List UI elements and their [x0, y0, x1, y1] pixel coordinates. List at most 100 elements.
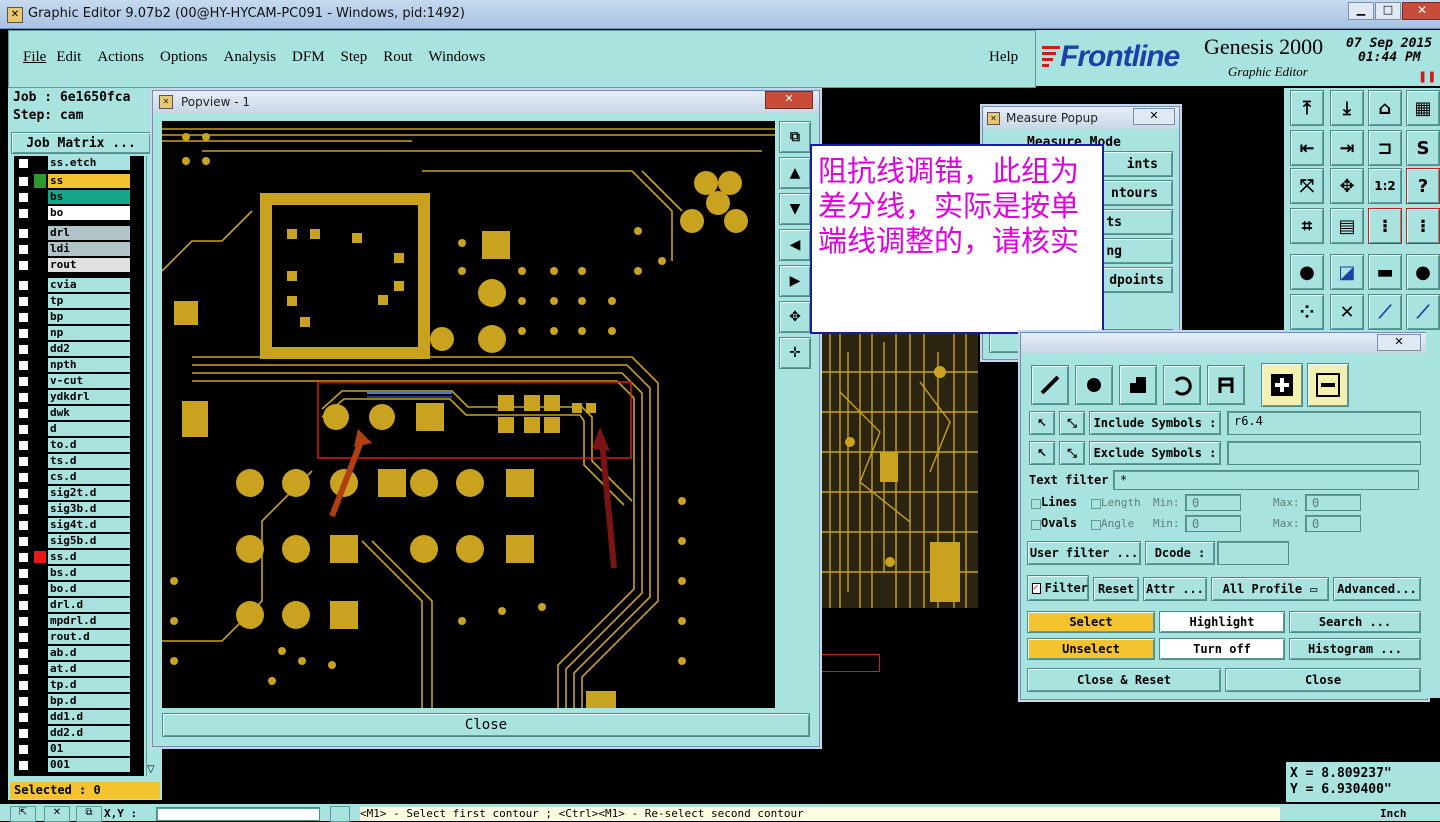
- menu-options[interactable]: Options: [160, 49, 208, 66]
- unselect-button[interactable]: Unselect: [1027, 638, 1155, 660]
- menu-analysis[interactable]: Analysis: [224, 49, 277, 66]
- layer-checkbox[interactable]: [18, 664, 29, 675]
- layer-checkbox[interactable]: [18, 208, 29, 219]
- layer-checkbox[interactable]: [18, 744, 29, 755]
- pan-left-icon[interactable]: ◀: [779, 229, 811, 261]
- advanced-button[interactable]: Advanced...: [1333, 577, 1421, 601]
- snap-icon[interactable]: ⁝: [1368, 208, 1402, 244]
- layer-row[interactable]: dd2: [14, 342, 132, 356]
- menu-edit[interactable]: Edit: [56, 49, 81, 66]
- zoom-fit-icon[interactable]: ✥: [779, 301, 811, 333]
- ovals-checkbox[interactable]: [1031, 520, 1041, 530]
- menu-file[interactable]: File: [23, 49, 46, 66]
- help-icon[interactable]: ?: [1406, 168, 1440, 204]
- route-icon[interactable]: S: [1406, 130, 1440, 166]
- include-symbols-input[interactable]: r6.4: [1227, 411, 1421, 435]
- surface-symbol-icon[interactable]: [1119, 365, 1157, 405]
- filter-close-icon[interactable]: ✕: [1377, 334, 1421, 351]
- zoom-fit-icon[interactable]: ⤧: [1290, 168, 1324, 204]
- menu-step[interactable]: Step: [341, 49, 368, 66]
- layer-row[interactable]: tp.d: [14, 678, 132, 692]
- layer-row[interactable]: cs.d: [14, 470, 132, 484]
- zoom-window-icon[interactable]: ⧉: [779, 121, 811, 153]
- layer-row[interactable]: dd2.d: [14, 726, 132, 740]
- layer-checkbox[interactable]: [18, 760, 29, 771]
- layer-checkbox[interactable]: [18, 456, 29, 467]
- layer-checkbox[interactable]: [18, 176, 29, 187]
- layer-checkbox[interactable]: [18, 632, 29, 643]
- layer-checkbox[interactable]: [18, 424, 29, 435]
- menu-dfm[interactable]: DFM: [292, 49, 325, 66]
- measure-close-icon[interactable]: ✕: [1133, 108, 1175, 125]
- arc-symbol-icon[interactable]: [1163, 365, 1201, 405]
- search-button[interactable]: Search ...: [1289, 611, 1421, 633]
- layer-row[interactable]: bp.d: [14, 694, 132, 708]
- layer-row[interactable]: ts.d: [14, 454, 132, 468]
- dcode-input[interactable]: [1217, 541, 1289, 565]
- layer-row[interactable]: dd1.d: [14, 710, 132, 724]
- layer-row[interactable]: sig5b.d: [14, 534, 132, 548]
- grid2-icon[interactable]: ▤: [1330, 208, 1364, 244]
- layer-checkbox[interactable]: [18, 712, 29, 723]
- layer-checkbox[interactable]: [18, 360, 29, 371]
- layer-row[interactable]: mpdrl.d: [14, 614, 132, 628]
- layer-checkbox[interactable]: [18, 328, 29, 339]
- layer-row[interactable]: dwk: [14, 406, 132, 420]
- layer-row[interactable]: sig4t.d: [14, 518, 132, 532]
- tile-left-icon[interactable]: ⇤: [1290, 130, 1324, 166]
- point-icon[interactable]: ●: [1406, 254, 1440, 290]
- layer-row[interactable]: ab.d: [14, 646, 132, 660]
- include-pick2-icon[interactable]: ⤡: [1059, 411, 1085, 435]
- layer-checkbox[interactable]: [18, 728, 29, 739]
- popview-viewport[interactable]: [162, 121, 775, 708]
- layer-row[interactable]: drl: [14, 226, 132, 240]
- layer-row[interactable]: npth: [14, 358, 132, 372]
- angle-min-input[interactable]: 0: [1185, 515, 1241, 532]
- layer-checkbox[interactable]: [18, 228, 29, 239]
- layer-checkbox[interactable]: [18, 392, 29, 403]
- layer-row[interactable]: at.d: [14, 662, 132, 676]
- layer-row[interactable]: bs: [14, 174, 132, 204]
- layer-row[interactable]: cvia: [14, 278, 132, 292]
- negative-polarity-icon[interactable]: [1307, 363, 1349, 407]
- scroll-down-icon[interactable]: ▽: [147, 764, 155, 775]
- layer-checkbox[interactable]: [18, 158, 29, 169]
- layer-checkbox[interactable]: [18, 296, 29, 307]
- layer-row[interactable]: bp: [14, 310, 132, 324]
- xy-input[interactable]: [156, 807, 320, 821]
- zoom-area-icon[interactable]: ◪: [1330, 254, 1364, 290]
- layer-checkbox[interactable]: [18, 192, 29, 203]
- scale-icon[interactable]: 1:2: [1368, 168, 1402, 204]
- fit-icon[interactable]: ⊐: [1368, 130, 1402, 166]
- layer-row[interactable]: drl.d: [14, 598, 132, 612]
- layer-row[interactable]: sig2t.d: [14, 486, 132, 500]
- layer-row[interactable]: bs.d: [14, 566, 132, 580]
- layer-checkbox[interactable]: [18, 280, 29, 291]
- layer-checkbox[interactable]: [18, 408, 29, 419]
- layer-row[interactable]: ldi: [14, 242, 132, 256]
- zoom-center-icon[interactable]: ✥: [1330, 168, 1364, 204]
- line-symbol-icon[interactable]: [1031, 365, 1069, 405]
- layer-row[interactable]: rout.d: [14, 630, 132, 644]
- menu-rout[interactable]: Rout: [383, 49, 412, 66]
- length-min-input[interactable]: 0: [1185, 494, 1241, 511]
- menu-help[interactable]: Help: [989, 49, 1018, 66]
- filter-close-button[interactable]: Close: [1225, 668, 1421, 692]
- layer-checkbox[interactable]: [18, 472, 29, 483]
- minimize-button[interactable]: ▁: [1348, 2, 1374, 20]
- layer-checkbox[interactable]: [18, 376, 29, 387]
- lines-checkbox[interactable]: [1031, 499, 1041, 509]
- grid-icon[interactable]: ▦: [1406, 90, 1440, 126]
- layer-checkbox[interactable]: [18, 536, 29, 547]
- layer-checkbox[interactable]: [18, 696, 29, 707]
- layer-row[interactable]: bo: [14, 206, 132, 220]
- layer-checkbox[interactable]: [18, 648, 29, 659]
- layer-row[interactable]: np: [14, 326, 132, 340]
- layer-checkbox[interactable]: [18, 584, 29, 595]
- layer-row[interactable]: 001: [14, 758, 132, 772]
- length-checkbox[interactable]: [1091, 499, 1101, 509]
- layer-row[interactable]: ydkdrl: [14, 390, 132, 404]
- measure-icon[interactable]: ⌗: [1290, 208, 1324, 244]
- status-snap-icon[interactable]: ⧉: [76, 806, 102, 822]
- layer-checkbox[interactable]: [18, 680, 29, 691]
